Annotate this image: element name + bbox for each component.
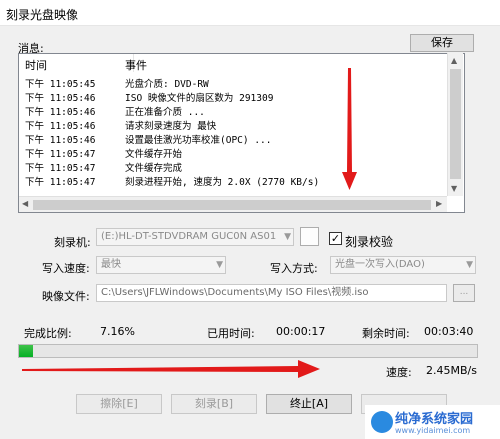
log-time: 下午 11:05:46 <box>25 107 96 118</box>
right-arrow-annotation <box>22 360 320 378</box>
log-row: 下午 11:05:47 文件缓存开始 <box>19 146 449 160</box>
log-row: 下午 11:05:46 请求刻录速度为 最快 <box>19 118 449 132</box>
completed-value: 7.16% <box>100 325 135 338</box>
log-row: 下午 11:05:47 刻录进程开始, 速度为 2.0X (2770 KB/s) <box>19 174 449 188</box>
write-speed-value: 最快 <box>101 259 121 270</box>
scroll-down-icon[interactable]: ▼ <box>451 184 457 193</box>
burn-button[interactable]: 刻录[B] <box>171 394 257 414</box>
log-time: 下午 11:05:47 <box>25 177 96 188</box>
verify-label: 刻录校验 <box>345 235 394 249</box>
log-time: 下午 11:05:47 <box>25 149 96 160</box>
log-event: 正在准备介质 ... <box>125 107 205 118</box>
scroll-left-icon[interactable]: ◀ <box>22 199 28 208</box>
image-file-label: 映像文件: <box>42 290 90 303</box>
image-file-input[interactable]: C:\Users\JFLWindows\Documents\My ISO Fil… <box>96 284 447 302</box>
log-time: 下午 11:05:46 <box>25 121 96 132</box>
completed-label: 完成比例: <box>24 327 72 340</box>
log-time: 下午 11:05:46 <box>25 135 96 146</box>
log-header: 时间 事件 <box>19 54 464 72</box>
log-row: 下午 11:05:47 文件缓存完成 <box>19 160 449 174</box>
log-event: 请求刻录速度为 最快 <box>125 121 217 132</box>
recorder-properties-button[interactable] <box>300 227 319 246</box>
write-method-value: 光盘一次写入(DAO) <box>335 259 425 270</box>
write-speed-select[interactable]: 最快 ▼ <box>96 256 226 274</box>
log-time: 下午 11:05:47 <box>25 163 96 174</box>
image-file-value: C:\Users\JFLWindows\Documents\My ISO Fil… <box>101 287 369 298</box>
scroll-right-icon[interactable]: ▶ <box>436 199 442 208</box>
window-title: 刻录光盘映像 <box>6 8 79 22</box>
log-event: 光盘介质: DVD-RW <box>125 79 209 90</box>
log-row: 下午 11:05:46 设置最佳激光功率校准(OPC) ... <box>19 132 449 146</box>
abort-button[interactable]: 终止[A] <box>266 394 352 414</box>
column-header-time[interactable]: 时间 <box>25 57 47 73</box>
log-event: 文件缓存完成 <box>125 163 183 174</box>
chevron-down-icon: ▼ <box>216 260 223 270</box>
log-vertical-scrollbar[interactable]: ▲ ▼ <box>447 53 463 196</box>
column-header-event[interactable]: 事件 <box>125 57 147 73</box>
recorder-value: (E:)HL-DT-STDVDRAM GUC0N AS01 <box>101 231 277 242</box>
elapsed-label: 已用时间: <box>207 327 255 340</box>
watermark-logo-icon <box>371 411 393 433</box>
log-row: 下午 11:05:45 光盘介质: DVD-RW <box>19 76 449 90</box>
watermark-url: www.yidaimei.com <box>395 426 471 435</box>
write-speed-label: 写入速度: <box>42 262 90 275</box>
log-event: 文件缓存开始 <box>125 149 183 160</box>
log-event: 刻录进程开始, 速度为 2.0X (2770 KB/s) <box>125 177 320 188</box>
log-horizontal-scrollbar[interactable]: ◀ ▶ <box>19 196 447 212</box>
log-time: 下午 11:05:45 <box>25 79 96 90</box>
speed-label: 速度: <box>386 366 412 379</box>
recorder-select[interactable]: (E:)HL-DT-STDVDRAM GUC0N AS01 ▼ <box>96 228 294 246</box>
remaining-label: 剩余时间: <box>362 327 410 340</box>
remaining-value: 00:03:40 <box>424 325 474 338</box>
scrollbar-thumb[interactable] <box>450 69 461 179</box>
log-event: ISO 映像文件的扇区数为 291309 <box>125 93 274 104</box>
chevron-down-icon: ▼ <box>284 232 291 242</box>
verify-checkbox[interactable]: ✓ <box>329 232 342 245</box>
watermark: 纯净系统家园 www.yidaimei.com <box>365 405 500 439</box>
chevron-down-icon: ▼ <box>466 260 473 270</box>
write-method-label: 写入方式: <box>270 262 318 275</box>
recorder-label: 刻录机: <box>54 236 91 249</box>
message-log[interactable]: 时间 事件 下午 11:05:45 光盘介质: DVD-RW 下午 11:05:4… <box>18 53 465 213</box>
elapsed-value: 00:00:17 <box>276 325 326 338</box>
title-bar: 刻录光盘映像 <box>0 0 500 26</box>
progress-fill <box>19 345 34 357</box>
scrollbar-thumb[interactable] <box>33 200 431 210</box>
speed-value: 2.45MB/s <box>426 364 477 377</box>
log-time: 下午 11:05:46 <box>25 93 96 104</box>
watermark-title: 纯净系统家园 <box>395 412 474 427</box>
scroll-up-icon[interactable]: ▲ <box>451 56 457 65</box>
log-event: 设置最佳激光功率校准(OPC) ... <box>125 135 272 146</box>
browse-button[interactable]: ... <box>453 284 475 302</box>
log-row: 下午 11:05:46 正在准备介质 ... <box>19 104 449 118</box>
erase-button[interactable]: 擦除[E] <box>76 394 162 414</box>
write-method-select[interactable]: 光盘一次写入(DAO) ▼ <box>330 256 476 274</box>
log-row: 下午 11:05:46 ISO 映像文件的扇区数为 291309 <box>19 90 449 104</box>
burn-progress-bar <box>18 344 478 358</box>
save-button[interactable]: 保存 <box>410 34 474 52</box>
